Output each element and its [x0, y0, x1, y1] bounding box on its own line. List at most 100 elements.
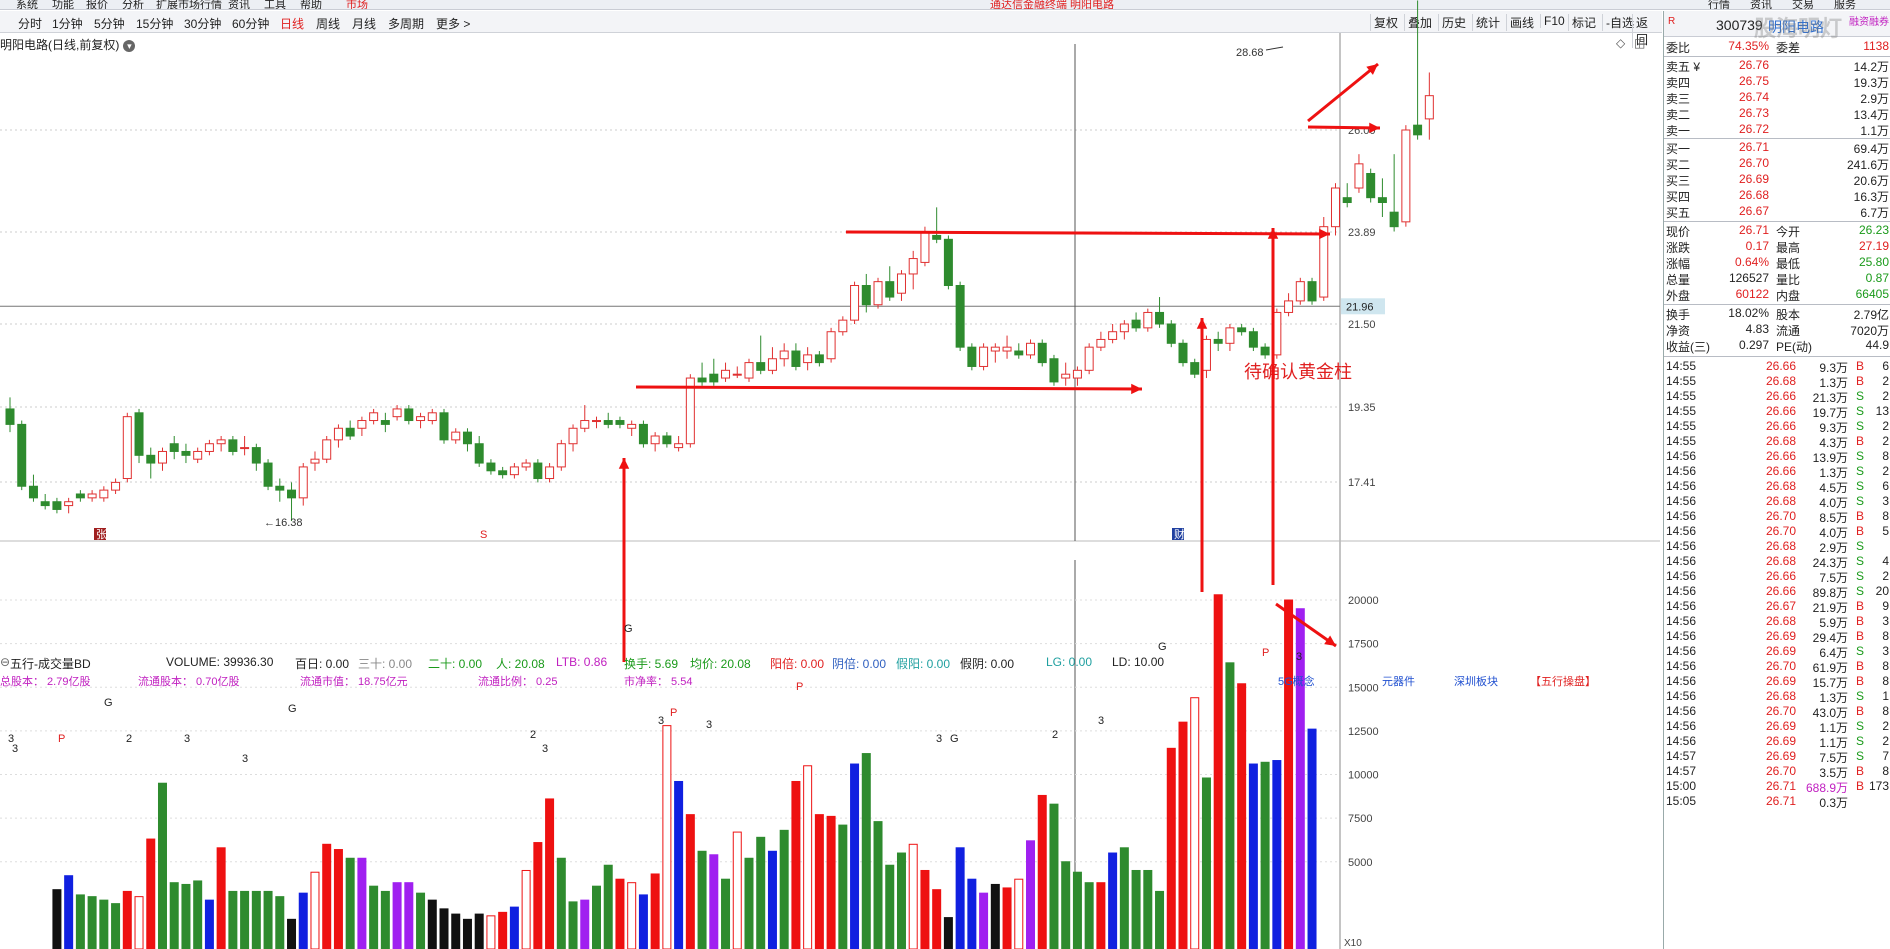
tick-side: B: [1856, 629, 1865, 643]
tick-price: 26.70: [1765, 524, 1796, 538]
volume-bar: [943, 917, 953, 949]
tick-price: 26.70: [1765, 659, 1796, 673]
candle-body: [427, 412, 437, 422]
candle-body: [181, 450, 191, 456]
tick-side: S: [1856, 404, 1865, 418]
menu-right-quote[interactable]: 行情: [1708, 0, 1730, 9]
current-price-label: 21.96: [1346, 301, 1374, 313]
volume-bar: [908, 843, 918, 949]
tick-price: 26.71: [1765, 779, 1796, 793]
tick-price: 26.68: [1765, 494, 1796, 508]
candle-body: [1330, 187, 1340, 228]
fund-liutongshizhi: 流通市值： 18.75亿元: [300, 676, 408, 688]
candle-body: [603, 420, 613, 425]
stat-row: 收益(三) 0.297 PE(动) 44.9: [1664, 336, 1890, 355]
volume-signal-label: 2: [1052, 729, 1058, 741]
candle: [732, 366, 742, 379]
candle: [721, 362, 731, 382]
candle: [1119, 320, 1129, 340]
candle: [533, 459, 543, 483]
indicator-line: ⊖ 五行-成交量BD VOLUME: 39936.30 百日: 0.00 三十:…: [0, 653, 1662, 671]
candle: [662, 432, 672, 448]
tick-time: 14:56: [1666, 494, 1697, 508]
volume-signal-label: G: [624, 623, 633, 635]
menu-right-trade[interactable]: 交易: [1792, 0, 1814, 9]
candle: [814, 351, 824, 367]
candle-body: [5, 408, 15, 425]
candle-body: [333, 427, 343, 441]
volume-bar: [627, 882, 637, 949]
candle-body: [357, 420, 367, 429]
volume-signal-label: P: [670, 707, 677, 719]
candle: [556, 439, 566, 471]
candle-body: [1237, 327, 1247, 333]
volume-bar: [814, 814, 824, 949]
tick-time: 14:56: [1666, 479, 1697, 493]
r-tag: R: [1668, 16, 1676, 27]
candle-body: [721, 369, 731, 379]
caption-golden-bar: 待确认黄金柱: [1244, 362, 1352, 382]
candle-body: [451, 431, 461, 441]
volume-bar: [298, 892, 308, 949]
candle: [28, 474, 38, 502]
candle-body: [1307, 281, 1317, 302]
volume-bar: [1049, 803, 1059, 949]
fundamentals-line: 总股本： 2.79亿股 流通股本： 0.70亿股 流通市值： 18.75亿元 流…: [0, 671, 1662, 689]
tick-time: 14:56: [1666, 659, 1697, 673]
tick-side: S: [1856, 494, 1865, 508]
volume-bar: [1248, 763, 1258, 949]
stat-value-2: 44.9: [1865, 338, 1889, 352]
weicha-label: 委差: [1776, 41, 1801, 55]
candle: [685, 374, 695, 448]
candle: [1354, 154, 1364, 193]
candle-body: [193, 450, 203, 460]
tick-count: 8: [1882, 704, 1889, 718]
candle-body: [64, 501, 74, 507]
bid-price: 26.69: [1738, 172, 1769, 186]
tick-side: S: [1856, 749, 1865, 763]
candle-body: [662, 435, 672, 445]
fund-tag-components[interactable]: 元器件: [1382, 673, 1415, 689]
dropdown-icon[interactable]: ⊖: [0, 655, 10, 669]
ask-price: 26.75: [1738, 74, 1769, 88]
candle: [779, 343, 789, 367]
candle-body: [75, 493, 85, 499]
candle: [240, 435, 250, 456]
tick-time: 14:56: [1666, 449, 1697, 463]
tick-volume: 0.3万: [1819, 796, 1848, 810]
tick-side: S: [1856, 584, 1865, 598]
menu-right-news[interactable]: 资讯: [1750, 0, 1772, 9]
tick-count: 6: [1882, 479, 1889, 493]
candle: [392, 405, 402, 421]
volume-bar: [333, 849, 343, 949]
candle: [756, 335, 766, 375]
volume-bar: [545, 798, 555, 949]
candle: [1366, 168, 1376, 203]
candle-body: [1354, 163, 1364, 189]
fund-tag-5g[interactable]: 5G概念: [1278, 673, 1315, 689]
tick-count: 13: [1875, 404, 1889, 418]
indicator-title[interactable]: 五行-成交量BD: [10, 655, 91, 672]
tick-time: 14:56: [1666, 569, 1697, 583]
ind-ltb: LTB: 0.86: [556, 655, 608, 669]
tick-price: 26.70: [1765, 764, 1796, 778]
candle: [439, 408, 449, 444]
candle-body: [943, 238, 953, 287]
candle: [181, 443, 191, 464]
candlestick-chart[interactable]: 26.0023.8921.5019.3517.4121.962000017500…: [0, 0, 1662, 949]
candle-body: [592, 420, 601, 423]
candle-body: [462, 431, 472, 445]
volume-bar: [1072, 871, 1082, 949]
tdx-window: 系统 功能 报价 分析 扩展市场行情 资讯 工具 帮助 市场 通达信金融终端 明…: [0, 0, 1890, 949]
candle: [357, 416, 367, 436]
fund-tag-shenzhen[interactable]: 深圳板块: [1454, 673, 1498, 689]
candle: [803, 347, 813, 371]
candle-body: [1119, 323, 1129, 333]
volume-signal-label: G: [104, 697, 113, 709]
candle: [1190, 358, 1200, 379]
volume-signal-label: 3: [242, 753, 248, 765]
volume-bar: [404, 882, 414, 949]
menu-right-service[interactable]: 服务: [1834, 0, 1856, 9]
fund-tag-wuxing[interactable]: 【五行操盘】: [1530, 673, 1596, 689]
tick-side: B: [1856, 524, 1865, 538]
